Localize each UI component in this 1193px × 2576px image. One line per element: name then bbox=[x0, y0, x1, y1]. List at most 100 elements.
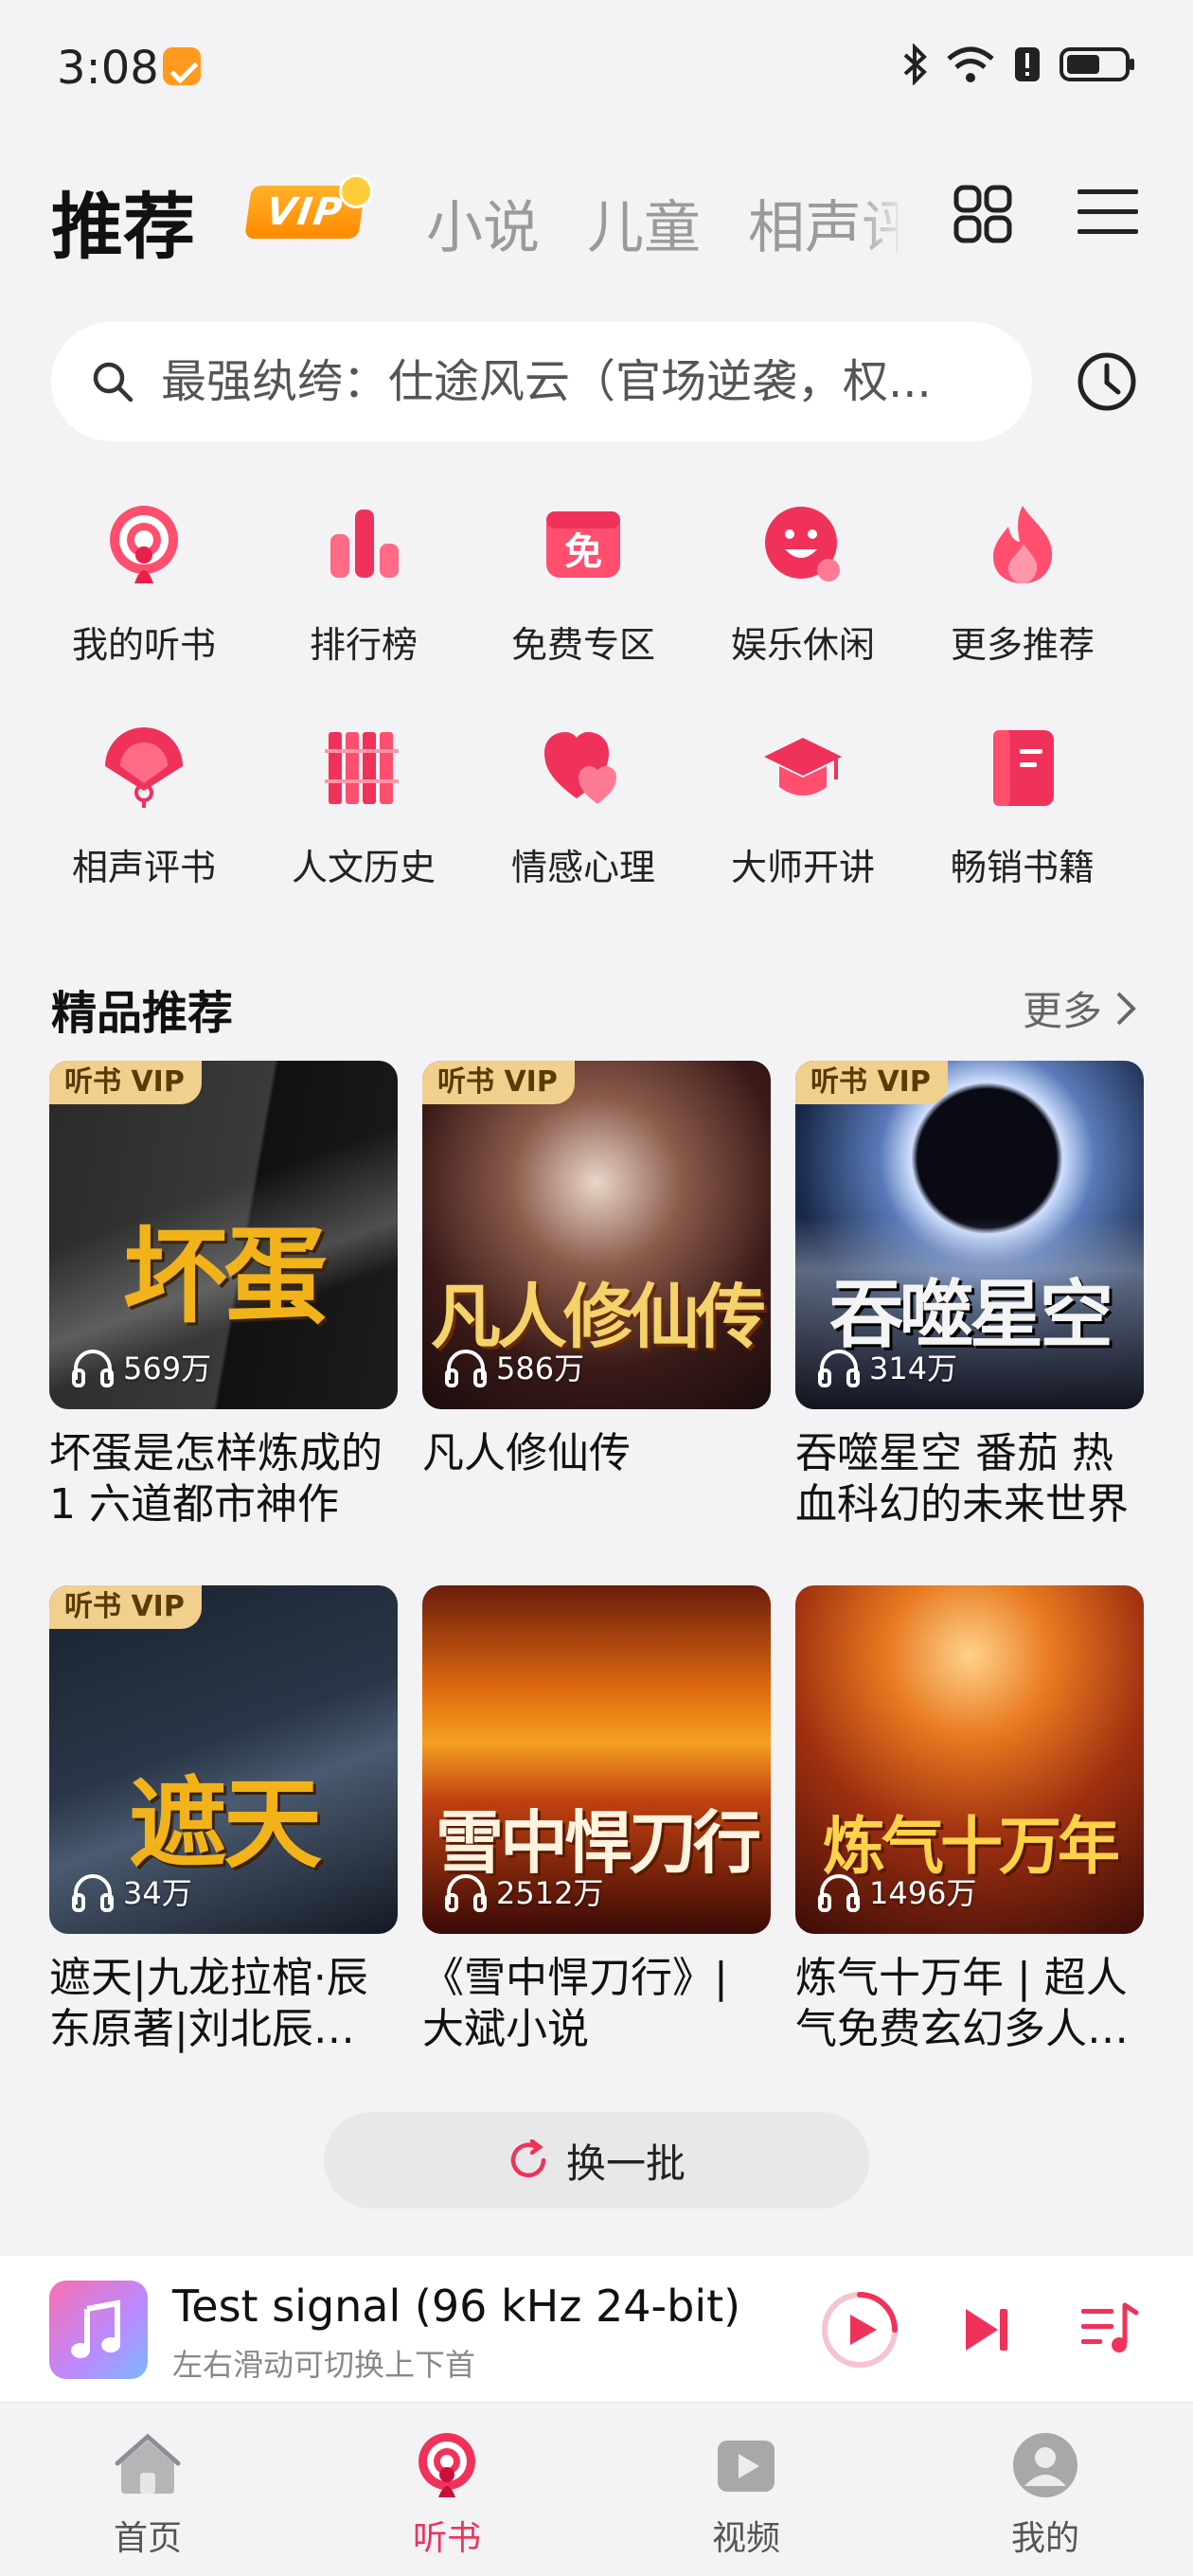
battery-icon bbox=[1059, 47, 1134, 81]
category-humanities-history[interactable]: 人文历史 bbox=[254, 715, 473, 904]
category-label: 畅销书籍 bbox=[950, 847, 1095, 888]
book-title: 凡人修仙传 bbox=[422, 1429, 631, 1477]
refresh-label: 换一批 bbox=[565, 2139, 686, 2187]
book-cover: 凡人修仙传 听书 VIP 586万 bbox=[422, 1061, 771, 1409]
graduation-cap-icon bbox=[764, 738, 842, 796]
refresh-batch-button[interactable]: 换一批 bbox=[324, 2112, 869, 2209]
vip-badge: 听书 VIP bbox=[49, 1585, 202, 1629]
tab-novel[interactable]: 小说 bbox=[426, 182, 540, 264]
coin-icon bbox=[339, 174, 373, 208]
ranking-icon bbox=[330, 510, 399, 578]
wifi-icon bbox=[947, 46, 994, 82]
tab-vip[interactable]: VIP bbox=[244, 174, 373, 241]
book-icon bbox=[993, 730, 1054, 806]
book-title: 坏蛋是怎样炼成的1 六道都市神作 bbox=[49, 1429, 383, 1529]
more-link[interactable]: 更多 bbox=[1023, 979, 1138, 1037]
headphones-icon bbox=[818, 1874, 860, 1912]
video-icon bbox=[718, 2441, 775, 2492]
play-count: 1496万 bbox=[816, 1869, 976, 1913]
play-count: 569万 bbox=[70, 1345, 211, 1388]
home-icon bbox=[115, 2433, 181, 2494]
track-title: Test signal (96 kHz 24-bit) bbox=[172, 2281, 741, 2332]
book-card[interactable]: 雪中悍刀行 2512万 《雪中悍刀行》| 大斌小说 bbox=[422, 1585, 771, 2059]
nav-label: 首页 bbox=[113, 2519, 182, 2558]
heart-icon bbox=[544, 732, 616, 804]
vip-badge: 听书 VIP bbox=[795, 1061, 948, 1104]
book-cover: 雪中悍刀行 2512万 bbox=[422, 1585, 771, 1934]
headphones-icon bbox=[72, 1350, 114, 1387]
book-title: 炼气十万年 | 超人气免费玄幻多人… bbox=[795, 1954, 1129, 2053]
status-bar: 3:08 bbox=[0, 0, 1193, 133]
category-label: 情感心理 bbox=[510, 847, 655, 888]
nav-audiobooks[interactable]: 听书 bbox=[352, 2431, 542, 2560]
top-nav: 推荐 VIP 小说 儿童 相声评书 bbox=[0, 161, 1193, 269]
category-my-audiobooks[interactable]: 我的听书 bbox=[34, 492, 254, 682]
play-count: 34万 bbox=[70, 1869, 192, 1913]
category-label: 相声评书 bbox=[71, 847, 216, 888]
history-clock-icon[interactable] bbox=[1076, 350, 1138, 413]
nav-profile[interactable]: 我的 bbox=[951, 2431, 1140, 2560]
alert-icon bbox=[1015, 47, 1040, 81]
play-icon[interactable] bbox=[820, 2290, 899, 2370]
book-card[interactable]: 吞噬星空 听书 VIP 314万 吞噬星空 番茄 热血科幻的未来世界 bbox=[795, 1061, 1144, 1534]
track-hint: 左右滑动可切换上下首 bbox=[172, 2347, 476, 2383]
more-label: 更多 bbox=[1022, 988, 1102, 1034]
bottom-nav: 首页 听书 视频 我的 bbox=[0, 2402, 1193, 2576]
category-label: 更多推荐 bbox=[950, 624, 1095, 666]
album-art bbox=[49, 2281, 148, 2379]
profile-icon bbox=[1013, 2433, 1077, 2497]
category-master-lecture[interactable]: 大师开讲 bbox=[693, 715, 913, 904]
vip-badge: 听书 VIP bbox=[422, 1061, 575, 1104]
book-title: 遮天|九龙拉棺·辰东原著|刘北辰… bbox=[49, 1954, 368, 2053]
category-emotion-psychology[interactable]: 情感心理 bbox=[473, 715, 693, 904]
next-track-icon[interactable] bbox=[956, 2299, 1017, 2360]
tab-children[interactable]: 儿童 bbox=[587, 182, 701, 264]
category-more-recommend[interactable]: 更多推荐 bbox=[913, 492, 1132, 682]
category-free-zone[interactable]: 免 免费专区 bbox=[473, 492, 693, 682]
book-cover: 吞噬星空 听书 VIP 314万 bbox=[795, 1061, 1144, 1409]
free-glyph: 免 bbox=[564, 530, 602, 574]
book-title: 吞噬星空 番茄 热血科幻的未来世界 bbox=[795, 1429, 1129, 1529]
category-label: 大师开讲 bbox=[730, 847, 875, 888]
tab-recommend[interactable]: 推荐 bbox=[51, 169, 195, 273]
search-input[interactable]: 最强纨绔：仕途风云（官场逆袭，权... bbox=[51, 322, 1032, 441]
book-card[interactable]: 遮天 听书 VIP 34万 遮天|九龙拉棺·辰东原著|刘北辰… bbox=[49, 1585, 398, 2059]
headphones-icon bbox=[445, 1874, 487, 1912]
book-title: 《雪中悍刀行》| 大斌小说 bbox=[422, 1954, 728, 2053]
book-cover: 遮天 听书 VIP 34万 bbox=[49, 1585, 398, 1934]
search-icon bbox=[93, 362, 134, 402]
play-count: 586万 bbox=[443, 1345, 584, 1388]
category-crosstalk[interactable]: 相声评书 bbox=[34, 715, 254, 904]
category-bestsellers[interactable]: 畅销书籍 bbox=[913, 715, 1132, 904]
book-card[interactable]: 凡人修仙传 听书 VIP 586万 凡人修仙传 bbox=[422, 1061, 771, 1534]
category-label: 排行榜 bbox=[309, 624, 418, 666]
smile-icon bbox=[765, 507, 840, 581]
play-count: 314万 bbox=[816, 1345, 957, 1388]
category-label: 免费专区 bbox=[510, 624, 655, 666]
bamboo-scroll-icon bbox=[325, 732, 399, 804]
book-card[interactable]: 坏蛋 听书 VIP 569万 坏蛋是怎样炼成的1 六道都市神作 bbox=[49, 1061, 398, 1534]
playlist-icon[interactable] bbox=[1077, 2298, 1140, 2360]
podcast-icon bbox=[110, 506, 178, 583]
menu-icon[interactable] bbox=[1076, 182, 1140, 242]
book-card[interactable]: 炼气十万年 1496万 炼气十万年 | 超人气免费玄幻多人… bbox=[795, 1585, 1144, 2059]
nav-label: 视频 bbox=[711, 2519, 780, 2558]
book-cover: 炼气十万年 1496万 bbox=[795, 1585, 1144, 1934]
category-label: 人文历史 bbox=[291, 847, 436, 888]
mini-player[interactable]: Test signal (96 kHz 24-bit) 左右滑动可切换上下首 bbox=[0, 2256, 1193, 2402]
nav-label: 我的 bbox=[1010, 2519, 1079, 2558]
free-icon: 免 bbox=[546, 511, 620, 578]
fire-icon bbox=[993, 506, 1053, 583]
chevron-right-icon bbox=[1116, 992, 1136, 1025]
category-entertainment[interactable]: 娱乐休闲 bbox=[693, 492, 913, 682]
headphones-icon bbox=[72, 1874, 114, 1912]
podcast-icon bbox=[418, 2433, 475, 2497]
nav-video[interactable]: 视频 bbox=[651, 2431, 841, 2560]
fan-icon bbox=[105, 727, 183, 808]
notification-app-icon bbox=[163, 47, 201, 85]
cover-text: 遮天 bbox=[128, 1765, 322, 1882]
category-ranking[interactable]: 排行榜 bbox=[254, 492, 473, 682]
nav-home[interactable]: 首页 bbox=[53, 2431, 242, 2560]
grid-icon[interactable] bbox=[953, 184, 1013, 244]
category-label: 我的听书 bbox=[71, 624, 216, 666]
